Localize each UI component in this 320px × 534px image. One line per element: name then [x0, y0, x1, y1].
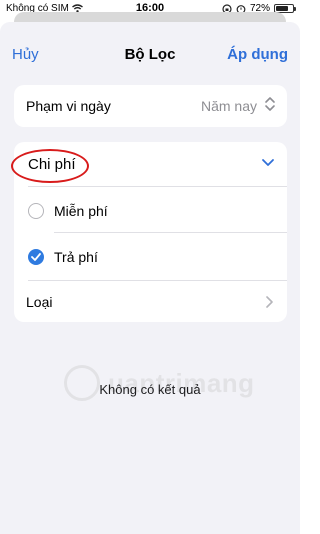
option-paid[interactable]: Trả phí: [14, 238, 287, 278]
filter-sheet: Hủy Bộ Lọc Áp dụng Phạm vi ngày Năm nay …: [0, 22, 300, 534]
chevron-up-down-icon: [265, 97, 275, 111]
divider: [54, 232, 287, 233]
fee-section-header[interactable]: Chi phí: [11, 142, 287, 186]
option-free-label: Miễn phí: [54, 203, 108, 219]
divider: [28, 186, 287, 187]
date-range-value: Năm nay: [200, 98, 257, 114]
radio-checked-icon[interactable]: [28, 249, 44, 265]
apply-button[interactable]: Áp dụng: [227, 46, 288, 63]
chevron-right-icon: [266, 296, 273, 308]
divider: [28, 280, 287, 281]
empty-state-text: Không có kết quả: [99, 382, 201, 397]
date-range-row[interactable]: Phạm vi ngày Năm nay: [14, 85, 287, 127]
option-free[interactable]: Miễn phí: [14, 192, 287, 232]
battery-fill: [276, 6, 288, 11]
date-range-label: Phạm vi ngày: [26, 98, 111, 114]
filter-card: Chi phí Miễn phí Trả phí Loại: [11, 142, 287, 322]
type-label: Loại: [26, 294, 53, 310]
option-paid-label: Trả phí: [54, 249, 98, 265]
chevron-down-icon: [262, 159, 274, 166]
type-row[interactable]: Loại: [14, 282, 287, 322]
fee-label: Chi phí: [28, 156, 76, 173]
nav-bar: Hủy Bộ Lọc Áp dụng: [0, 22, 300, 84]
radio-unchecked-icon[interactable]: [28, 203, 44, 219]
